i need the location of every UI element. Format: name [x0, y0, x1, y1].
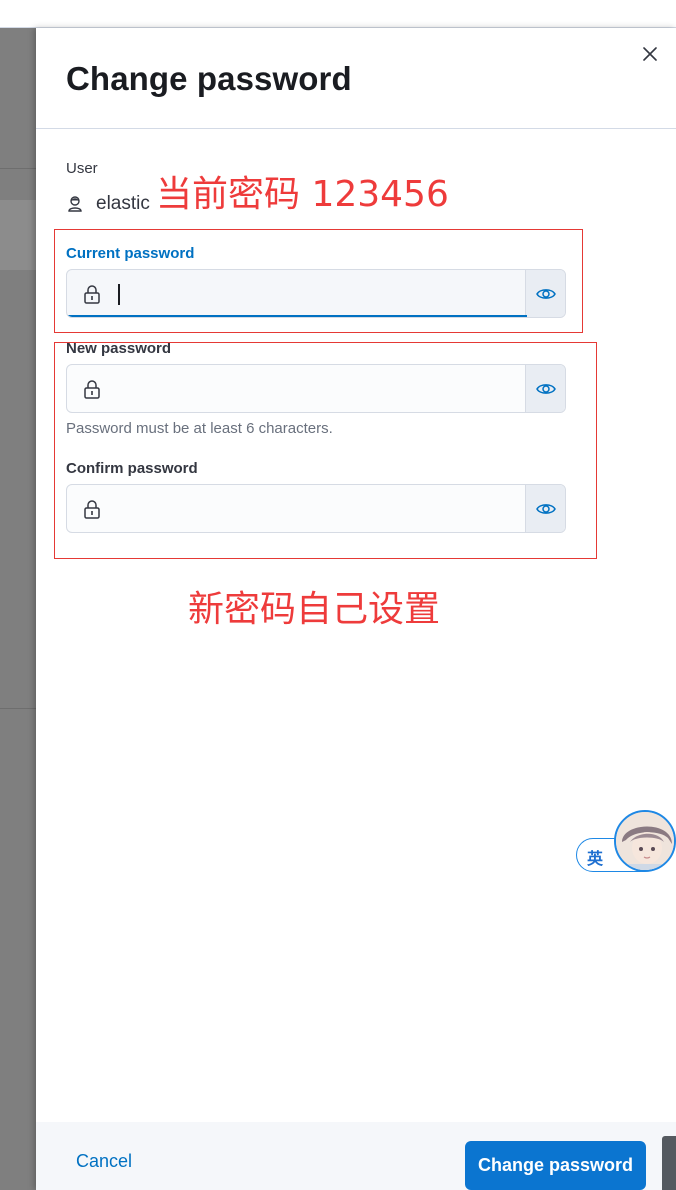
background-divider: [0, 708, 36, 709]
background-divider: [0, 168, 36, 169]
new-password-annotation-box: [54, 342, 597, 559]
user-label: User: [66, 160, 98, 177]
ime-language-label: 英: [587, 849, 604, 868]
flyout-footer: Cancel Change password: [36, 1122, 676, 1190]
scrollbar-edge: [662, 1136, 676, 1190]
current-password-annotation-box: [54, 229, 583, 333]
new-password-annotation: 新密码自己设置: [188, 589, 441, 630]
cancel-button[interactable]: Cancel: [76, 1151, 132, 1172]
current-password-annotation: 当前密码 123456: [156, 174, 449, 215]
close-icon: [643, 47, 657, 61]
change-password-button[interactable]: Change password: [465, 1141, 646, 1190]
username: elastic: [96, 193, 150, 214]
background-highlight: [0, 200, 36, 270]
flyout-header: Change password: [36, 28, 676, 129]
avatar[interactable]: [614, 810, 676, 872]
page-title: Change password: [66, 60, 352, 97]
user-row: elastic: [66, 192, 150, 216]
user-icon: [68, 196, 82, 212]
top-bar: [0, 0, 676, 28]
close-button[interactable]: [636, 40, 664, 68]
